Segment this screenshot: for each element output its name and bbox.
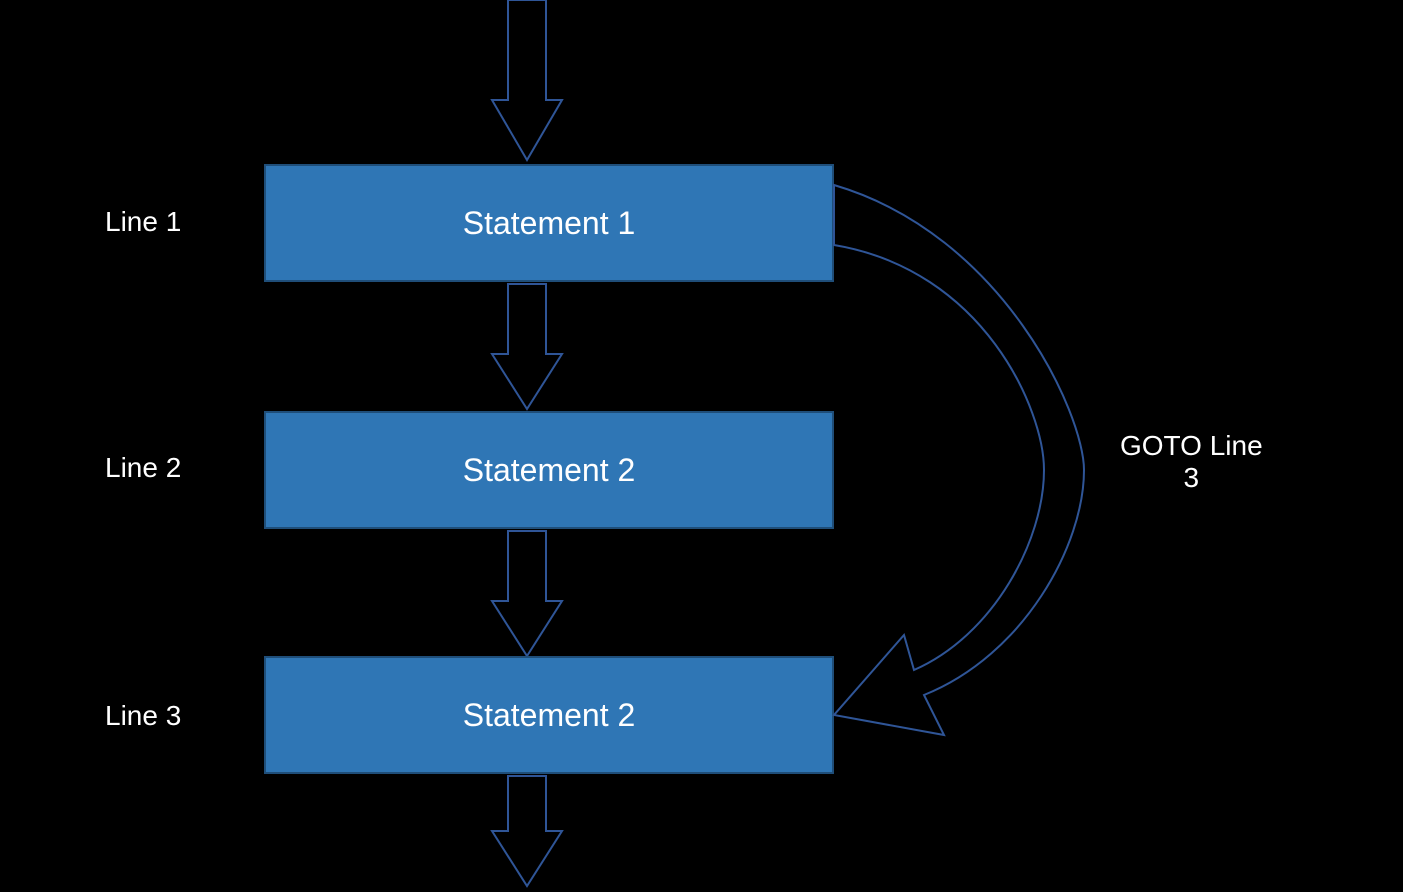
- goto-label: GOTO Line 3: [1120, 430, 1263, 494]
- statement-box-1-text: Statement 1: [463, 205, 636, 242]
- statement-box-2: Statement 2: [264, 411, 834, 529]
- arrow-2-to-3: [490, 531, 570, 661]
- line-label-2: Line 2: [105, 452, 181, 484]
- arrow-exit: [490, 776, 570, 892]
- arrow-entry: [490, 0, 570, 170]
- line-label-1: Line 1: [105, 206, 181, 238]
- line-label-3: Line 3: [105, 700, 181, 732]
- goto-curved-arrow: [834, 175, 1094, 755]
- statement-box-2-text: Statement 2: [463, 452, 636, 489]
- statement-box-3: Statement 2: [264, 656, 834, 774]
- statement-box-1: Statement 1: [264, 164, 834, 282]
- arrow-1-to-2: [490, 284, 570, 414]
- statement-box-3-text: Statement 2: [463, 697, 636, 734]
